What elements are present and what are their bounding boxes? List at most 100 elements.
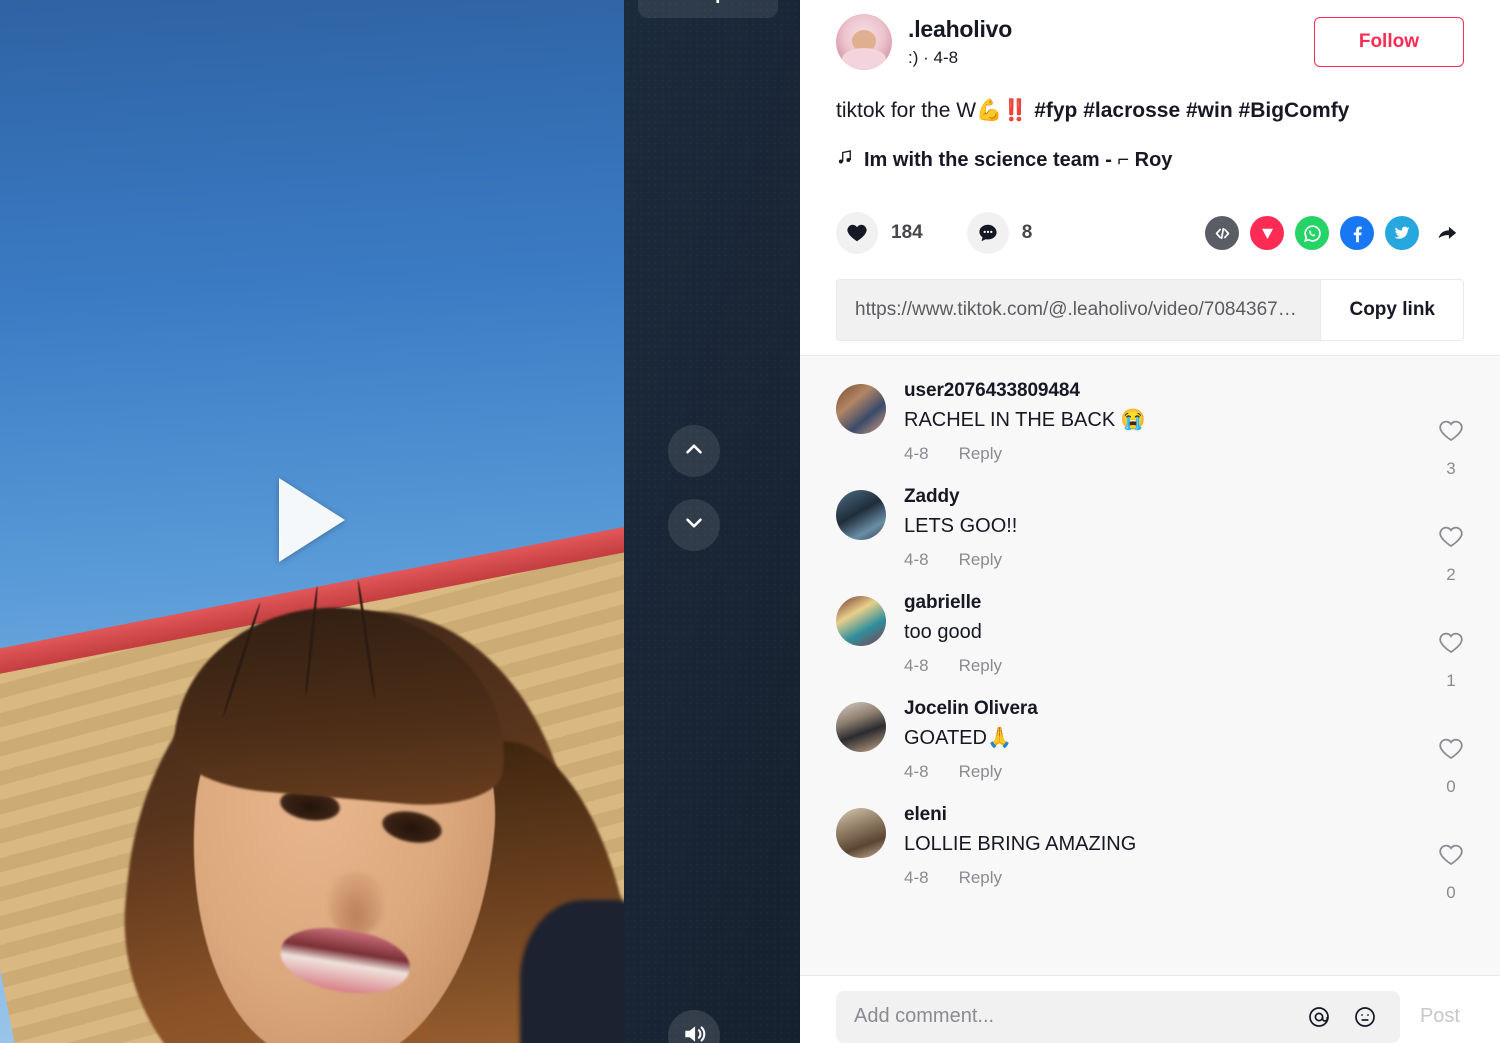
chevron-down-icon [681,510,707,541]
comment-meta: 4-8 Reply [904,868,1464,888]
mute-toggle-button[interactable] [668,1010,720,1043]
comment-reply-button[interactable]: Reply [959,550,1002,570]
comment-action[interactable]: 8 [966,212,1032,255]
comment-item: user2076433809484 RACHEL IN THE BACK 😭 4-8… [836,380,1464,486]
emoji-smiley-icon[interactable] [1348,1000,1382,1034]
share-arrow-icon[interactable] [1430,216,1464,250]
heart-outline-icon[interactable] [1438,736,1464,767]
play-triangle-icon[interactable] [279,478,345,562]
heart-outline-icon[interactable] [1438,418,1464,449]
chevron-up-icon [681,436,707,467]
comment-item: Jocelin Olivera GOATED🙏 4-8 Reply 0 [836,698,1464,804]
comment-dots-icon[interactable] [966,212,1009,255]
share-icon-list [1205,216,1464,251]
comment-like-group[interactable]: 3 [1438,418,1464,479]
comment-body: gabrielle too good 4-8 Reply [904,592,1464,676]
heart-outline-icon[interactable] [1438,842,1464,873]
comment-avatar[interactable] [836,702,886,752]
author-meta: .leaholivo :) · 4-8 [908,16,1314,69]
comment-like-group[interactable]: 2 [1438,524,1464,585]
nose [328,872,384,934]
flag-icon [664,0,682,6]
speaker-on-icon [681,1021,707,1043]
previous-video-button[interactable] [668,425,720,477]
post-caption: tiktok for the W💪‼️ #fyp #lacrosse #win … [836,96,1464,125]
comment-text: RACHEL IN THE BACK 😭 [904,409,1146,431]
music-row[interactable]: Im with the science team - ⌐ Roy [836,147,1464,173]
video-detail-panel: .leaholivo :) · 4-8 Follow tiktok for th… [800,0,1500,1043]
next-video-button[interactable] [668,499,720,551]
comment-avatar[interactable] [836,596,886,646]
video-controls-rail: Report [624,0,800,1043]
caption-text: tiktok for the W [836,99,977,122]
comment-reply-button[interactable]: Reply [959,868,1002,888]
comment-author[interactable]: Jocelin Olivera [904,698,1464,720]
facebook-icon[interactable] [1340,216,1374,251]
video-player[interactable] [0,0,624,1043]
whatsapp-icon[interactable] [1295,216,1329,251]
comment-avatar[interactable] [836,490,886,540]
comment-avatar[interactable] [836,808,886,858]
follow-button[interactable]: Follow [1313,17,1464,67]
at-mention-icon[interactable] [1302,1000,1336,1034]
comment-meta: 4-8 Reply [904,762,1464,782]
comment-text: GOATED🙏 [904,727,1012,749]
like-action[interactable]: 184 [836,212,923,255]
comment-author[interactable]: Zaddy [904,486,1464,508]
comment-like-group[interactable]: 1 [1438,630,1464,691]
comment-like-count: 0 [1446,777,1456,796]
comment-reply-button[interactable]: Reply [959,444,1002,464]
report-button[interactable]: Report [638,0,778,18]
comment-composer: Post [800,975,1500,1043]
heart-outline-icon[interactable] [1438,630,1464,661]
comment-author[interactable]: gabrielle [904,592,1464,614]
comment-input-wrap[interactable] [836,990,1400,1043]
comment-text: too good [904,621,982,643]
comment-date: 4-8 [904,656,929,675]
comment-like-count: 0 [1446,883,1456,902]
report-button-label: Report [691,0,752,5]
music-note-icon [836,147,854,173]
author-subtitle: :) · 4-8 [908,48,959,68]
comment-like-group[interactable]: 0 [1438,736,1464,797]
comment-like-count: 3 [1446,459,1456,478]
comment-avatar[interactable] [836,384,886,434]
comment-input[interactable] [854,1005,1290,1028]
share-to-icon[interactable] [1250,216,1284,251]
music-title: Im with the science team - ⌐ Roy [864,148,1173,171]
hashtag-lacrosse[interactable]: #lacrosse [1083,99,1180,122]
twitter-icon[interactable] [1385,216,1419,251]
author-username[interactable]: .leaholivo [908,16,1314,44]
comment-meta: 4-8 Reply [904,550,1464,570]
hashtag-fyp[interactable]: #fyp [1034,99,1077,122]
post-comment-button[interactable]: Post [1420,1005,1464,1028]
hair-front [170,593,516,813]
comment-reply-button[interactable]: Reply [959,656,1002,676]
embed-icon[interactable] [1205,216,1239,251]
comment-like-count: 2 [1446,565,1456,584]
comment-text: LETS GOO!! [904,515,1018,537]
hashtag-win[interactable]: #win [1186,99,1233,122]
comment-like-group[interactable]: 0 [1438,842,1464,903]
comment-date: 4-8 [904,550,929,569]
comment-item: gabrielle too good 4-8 Reply 1 [836,592,1464,698]
comment-like-count: 1 [1446,671,1456,690]
tiktok-video-page: Report [0,0,1500,1043]
hashtag-bigcomfy[interactable]: #BigComfy [1239,99,1350,122]
share-link-row: https://www.tiktok.com/@.leaholivo/video… [836,279,1464,342]
comment-author[interactable]: user2076433809484 [904,380,1464,402]
comment-body: eleni LOLLIE BRING AMAZING 4-8 Reply [904,804,1464,888]
comment-list[interactable]: user2076433809484 RACHEL IN THE BACK 😭 4-8… [800,356,1500,975]
comment-author[interactable]: eleni [904,804,1464,826]
heart-outline-icon[interactable] [1438,524,1464,555]
caption-emoji: 💪‼️ [976,99,1029,122]
heart-filled-icon[interactable] [836,212,878,255]
comment-reply-button[interactable]: Reply [959,762,1002,782]
avatar-dress [842,48,886,70]
author-row: .leaholivo :) · 4-8 Follow [836,0,1464,70]
engagement-bar: 184 8 [836,212,1464,255]
share-link-url[interactable]: https://www.tiktok.com/@.leaholivo/video… [837,280,1321,341]
copy-link-button[interactable]: Copy link [1320,280,1463,341]
avatar[interactable] [836,14,892,70]
comment-body: Zaddy LETS GOO!! 4-8 Reply [904,486,1464,570]
